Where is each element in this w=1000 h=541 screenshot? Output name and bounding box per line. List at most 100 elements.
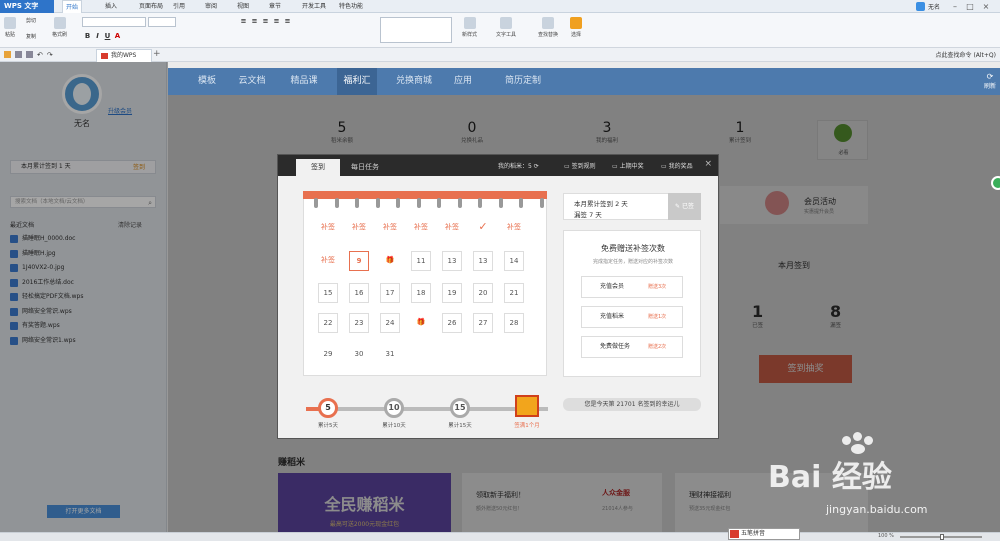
milestone-0[interactable]: 5 [318, 398, 338, 418]
calendar-makeup-day[interactable]: 补签 [318, 251, 338, 271]
calendar-gift-day[interactable]: 🎁 [411, 313, 431, 333]
calendar-day[interactable]: 19 [442, 283, 462, 303]
signed-button[interactable]: ✎ 已签 [668, 193, 701, 220]
calendar-day[interactable]: 16 [349, 283, 369, 303]
format-painter-button[interactable]: 格式刷 [52, 17, 67, 38]
milestone-2[interactable]: 15 [450, 398, 470, 418]
calendar-day[interactable]: 20 [473, 283, 493, 303]
menu-3[interactable]: 引用 [170, 0, 188, 13]
free-task-button[interactable]: 免费做任务 赠送2次 [581, 336, 683, 358]
treasure-chest-icon[interactable] [515, 395, 539, 417]
menu-0[interactable]: 开始 [62, 0, 82, 13]
calendar-day[interactable]: 30 [349, 345, 369, 365]
menu-4[interactable]: 审阅 [202, 0, 220, 13]
doc-tab-mywps[interactable]: 我的WPS [96, 49, 152, 62]
dialog-close-icon[interactable]: × [704, 159, 712, 169]
align-right-icon[interactable]: ≡ [284, 18, 291, 25]
paste-button[interactable]: 粘贴 [4, 17, 16, 38]
zoom-slider-knob[interactable] [940, 534, 944, 540]
free-task-button[interactable]: 充值会员 赠送3次 [581, 276, 683, 298]
font-size-select[interactable] [148, 17, 176, 27]
calendar-day[interactable]: 17 [380, 283, 400, 303]
app-menu-button[interactable]: WPS 文字 [0, 0, 54, 13]
calendar-day[interactable]: 28 [504, 313, 524, 333]
number-list-icon[interactable]: ≡ [251, 18, 258, 25]
save-icon[interactable] [15, 51, 22, 58]
font-name-select[interactable] [82, 17, 146, 27]
calendar-day[interactable]: 24 [380, 313, 400, 333]
maximize-icon[interactable]: □ [965, 1, 975, 12]
nav-tab-3[interactable]: 福利汇 [337, 68, 377, 95]
menu-6[interactable]: 章节 [266, 0, 284, 13]
open-icon[interactable] [4, 51, 11, 58]
align-center-icon[interactable]: ≡ [273, 18, 280, 25]
find-command[interactable]: 点此查找命令 (Alt+Q) [936, 50, 996, 59]
nav-tab-1[interactable]: 云文档 [232, 68, 272, 95]
redo-icon[interactable]: ↷ [47, 51, 53, 59]
nav-tab-0[interactable]: 模板 [190, 68, 224, 95]
close-icon[interactable]: × [981, 1, 991, 12]
minimize-icon[interactable]: – [950, 1, 960, 12]
calendar-day[interactable]: 31 [380, 345, 400, 365]
calendar-day[interactable]: 11 [411, 251, 431, 271]
menu-7[interactable]: 开发工具 [298, 0, 330, 13]
new-tab-icon[interactable]: + [153, 49, 161, 59]
calendar-makeup-day[interactable]: 补签 [442, 218, 462, 238]
calendar-day[interactable]: 13 [473, 251, 493, 271]
menu-2[interactable]: 页面布局 [136, 0, 166, 13]
calendar-gift-day[interactable]: 🎁 [380, 251, 400, 271]
ime-indicator[interactable]: 五笔拼音 [728, 528, 800, 540]
summary-signed: 本月累计签到 2 天 [574, 200, 628, 208]
italic-button[interactable]: I [94, 33, 101, 40]
select-button[interactable]: 选择 [570, 17, 582, 38]
my-prizes-link[interactable]: ▭ 我的奖品 [661, 161, 693, 170]
user-area[interactable]: 无名 [915, 1, 940, 12]
calendar-makeup-day[interactable]: 补签 [411, 218, 431, 238]
calendar-today[interactable]: 9 [349, 251, 369, 271]
menu-5[interactable]: 视图 [234, 0, 252, 13]
calendar-day[interactable]: 26 [442, 313, 462, 333]
new-style-button[interactable]: 新样式 [462, 17, 477, 38]
style-gallery[interactable] [380, 17, 452, 43]
calendar-day[interactable]: 14 [504, 251, 524, 271]
milestone-1[interactable]: 10 [384, 398, 404, 418]
bold-button[interactable]: B [84, 33, 91, 40]
undo-icon[interactable]: ↶ [37, 51, 43, 59]
free-task-button[interactable]: 充值稻米 赠送1次 [581, 306, 683, 328]
bullet-list-icon[interactable]: ≡ [240, 18, 247, 25]
sign-rules-link[interactable]: ▭ 签到规则 [564, 161, 596, 170]
calendar-day[interactable]: 27 [473, 313, 493, 333]
last-winners-link[interactable]: ▭ 上期中奖 [612, 161, 644, 170]
calendar-makeup-day[interactable]: 补签 [349, 218, 369, 238]
calendar-day[interactable]: 15 [318, 283, 338, 303]
nav-tab-2[interactable]: 精品课 [282, 68, 326, 95]
refresh-button[interactable]: ⟳ 刷新 [984, 72, 996, 90]
find-replace-button[interactable]: 查找替换 [538, 17, 558, 38]
floating-helper-icon[interactable] [991, 176, 1000, 190]
cut-button[interactable]: 剪切 [26, 17, 36, 24]
calendar-day[interactable]: 29 [318, 345, 338, 365]
calendar-day[interactable]: 22 [318, 313, 338, 333]
calendar-day[interactable]: 21 [504, 283, 524, 303]
text-tools-button[interactable]: 文字工具 [496, 17, 516, 38]
tab-signin[interactable]: 签到 [296, 159, 340, 176]
underline-button[interactable]: U [104, 33, 111, 40]
calendar-day[interactable]: 13 [442, 251, 462, 271]
font-color-button[interactable]: A [114, 33, 121, 40]
copy-button[interactable]: 复制 [26, 33, 36, 40]
menu-8[interactable]: 特色功能 [336, 0, 366, 13]
nav-tab-4[interactable]: 兑换商城 [390, 68, 438, 95]
calendar-makeup-day[interactable]: 补签 [504, 218, 524, 238]
menu-1[interactable]: 插入 [102, 0, 120, 13]
calendar-checked-day[interactable]: ✓ [473, 218, 493, 238]
calendar-day[interactable]: 18 [411, 283, 431, 303]
calendar-makeup-day[interactable]: 补签 [318, 218, 338, 238]
refresh-small-icon[interactable]: ⟳ [534, 163, 539, 170]
tab-daily-tasks[interactable]: 每日任务 [342, 159, 388, 176]
calendar-day[interactable]: 23 [349, 313, 369, 333]
calendar-makeup-day[interactable]: 补签 [380, 218, 400, 238]
align-left-icon[interactable]: ≡ [262, 18, 269, 25]
nav-tab-5[interactable]: 应用 [448, 68, 478, 95]
nav-tab-6[interactable]: 简历定制 [494, 68, 552, 95]
print-icon[interactable] [26, 51, 33, 58]
